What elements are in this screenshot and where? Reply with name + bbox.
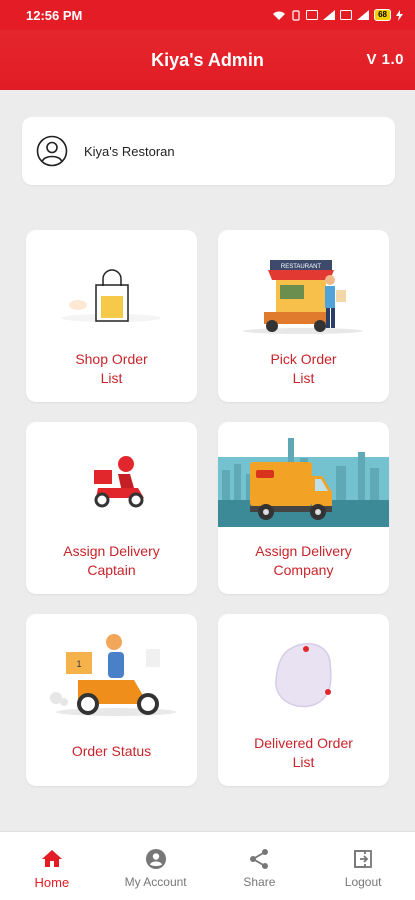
- battery-icon: 68: [374, 9, 391, 21]
- nav-my-account-label: My Account: [124, 875, 187, 889]
- tile-label: Delivered Order List: [254, 735, 353, 770]
- delivery-truck-icon: [218, 438, 389, 527]
- nav-my-account[interactable]: My Account: [104, 832, 208, 900]
- bottom-nav: Home My Account Share Logout: [0, 831, 415, 900]
- volte-icon: [306, 10, 319, 20]
- shop-order-list-tile[interactable]: Shop Order List: [26, 230, 197, 402]
- signal-icon-1: [323, 10, 336, 20]
- status-icons: 68: [272, 9, 403, 21]
- delivered-order-list-tile[interactable]: Delivered Order List: [218, 614, 389, 786]
- status-time: 12:56 PM: [26, 7, 83, 23]
- order-status-scooter-icon: 1: [50, 634, 176, 716]
- delivered-map-icon: [275, 643, 332, 708]
- tile-label: Assign Delivery Company: [255, 543, 352, 578]
- order-status-tile[interactable]: 1 Order Status: [26, 614, 197, 786]
- tile-label: Pick Order List: [270, 351, 337, 386]
- tile-label: Assign Delivery Captain: [63, 543, 160, 578]
- restaurant-name: Kiya's Restoran: [84, 143, 175, 159]
- tile-label: Order Status: [71, 743, 152, 759]
- nav-logout[interactable]: Logout: [311, 832, 415, 900]
- shopping-bag-icon: [61, 269, 161, 322]
- pick-order-list-tile[interactable]: RESTAURANT Pick Order List: [218, 230, 389, 402]
- home-icon: [41, 850, 62, 867]
- svg-text:1: 1: [76, 659, 81, 669]
- status-bar: 12:56 PM 68: [0, 0, 415, 30]
- app-bar: Kiya's Admin V 1.0: [0, 30, 415, 90]
- assign-delivery-captain-tile[interactable]: Assign Delivery Captain: [26, 422, 197, 594]
- share-icon: [250, 849, 269, 869]
- app-version: V 1.0: [366, 51, 404, 68]
- restaurant-sign-text: RESTAURANT: [281, 264, 322, 270]
- restaurant-card[interactable]: Kiya's Restoran: [22, 117, 395, 185]
- assign-delivery-company-tile[interactable]: Assign Delivery Company: [218, 422, 389, 594]
- vibrate-icon: [292, 9, 300, 21]
- app-title: Kiya's Admin: [151, 49, 264, 70]
- tile-label: Shop Order List: [75, 351, 148, 386]
- volte-icon-2: [340, 10, 353, 20]
- nav-share[interactable]: Share: [208, 832, 312, 900]
- restaurant-cart-icon: RESTAURANT: [243, 260, 363, 334]
- nav-home-label: Home: [34, 875, 70, 890]
- logout-icon: [354, 850, 373, 868]
- delivery-scooter-icon: [94, 456, 144, 508]
- charging-icon: [396, 9, 403, 21]
- account-icon: [145, 849, 166, 869]
- nav-share-label: Share: [243, 875, 276, 889]
- nav-home[interactable]: Home: [0, 832, 104, 900]
- signal-icon-2: [357, 10, 370, 20]
- nav-logout-label: Logout: [344, 875, 382, 889]
- user-icon: [36, 135, 68, 167]
- wifi-icon: [273, 11, 286, 20]
